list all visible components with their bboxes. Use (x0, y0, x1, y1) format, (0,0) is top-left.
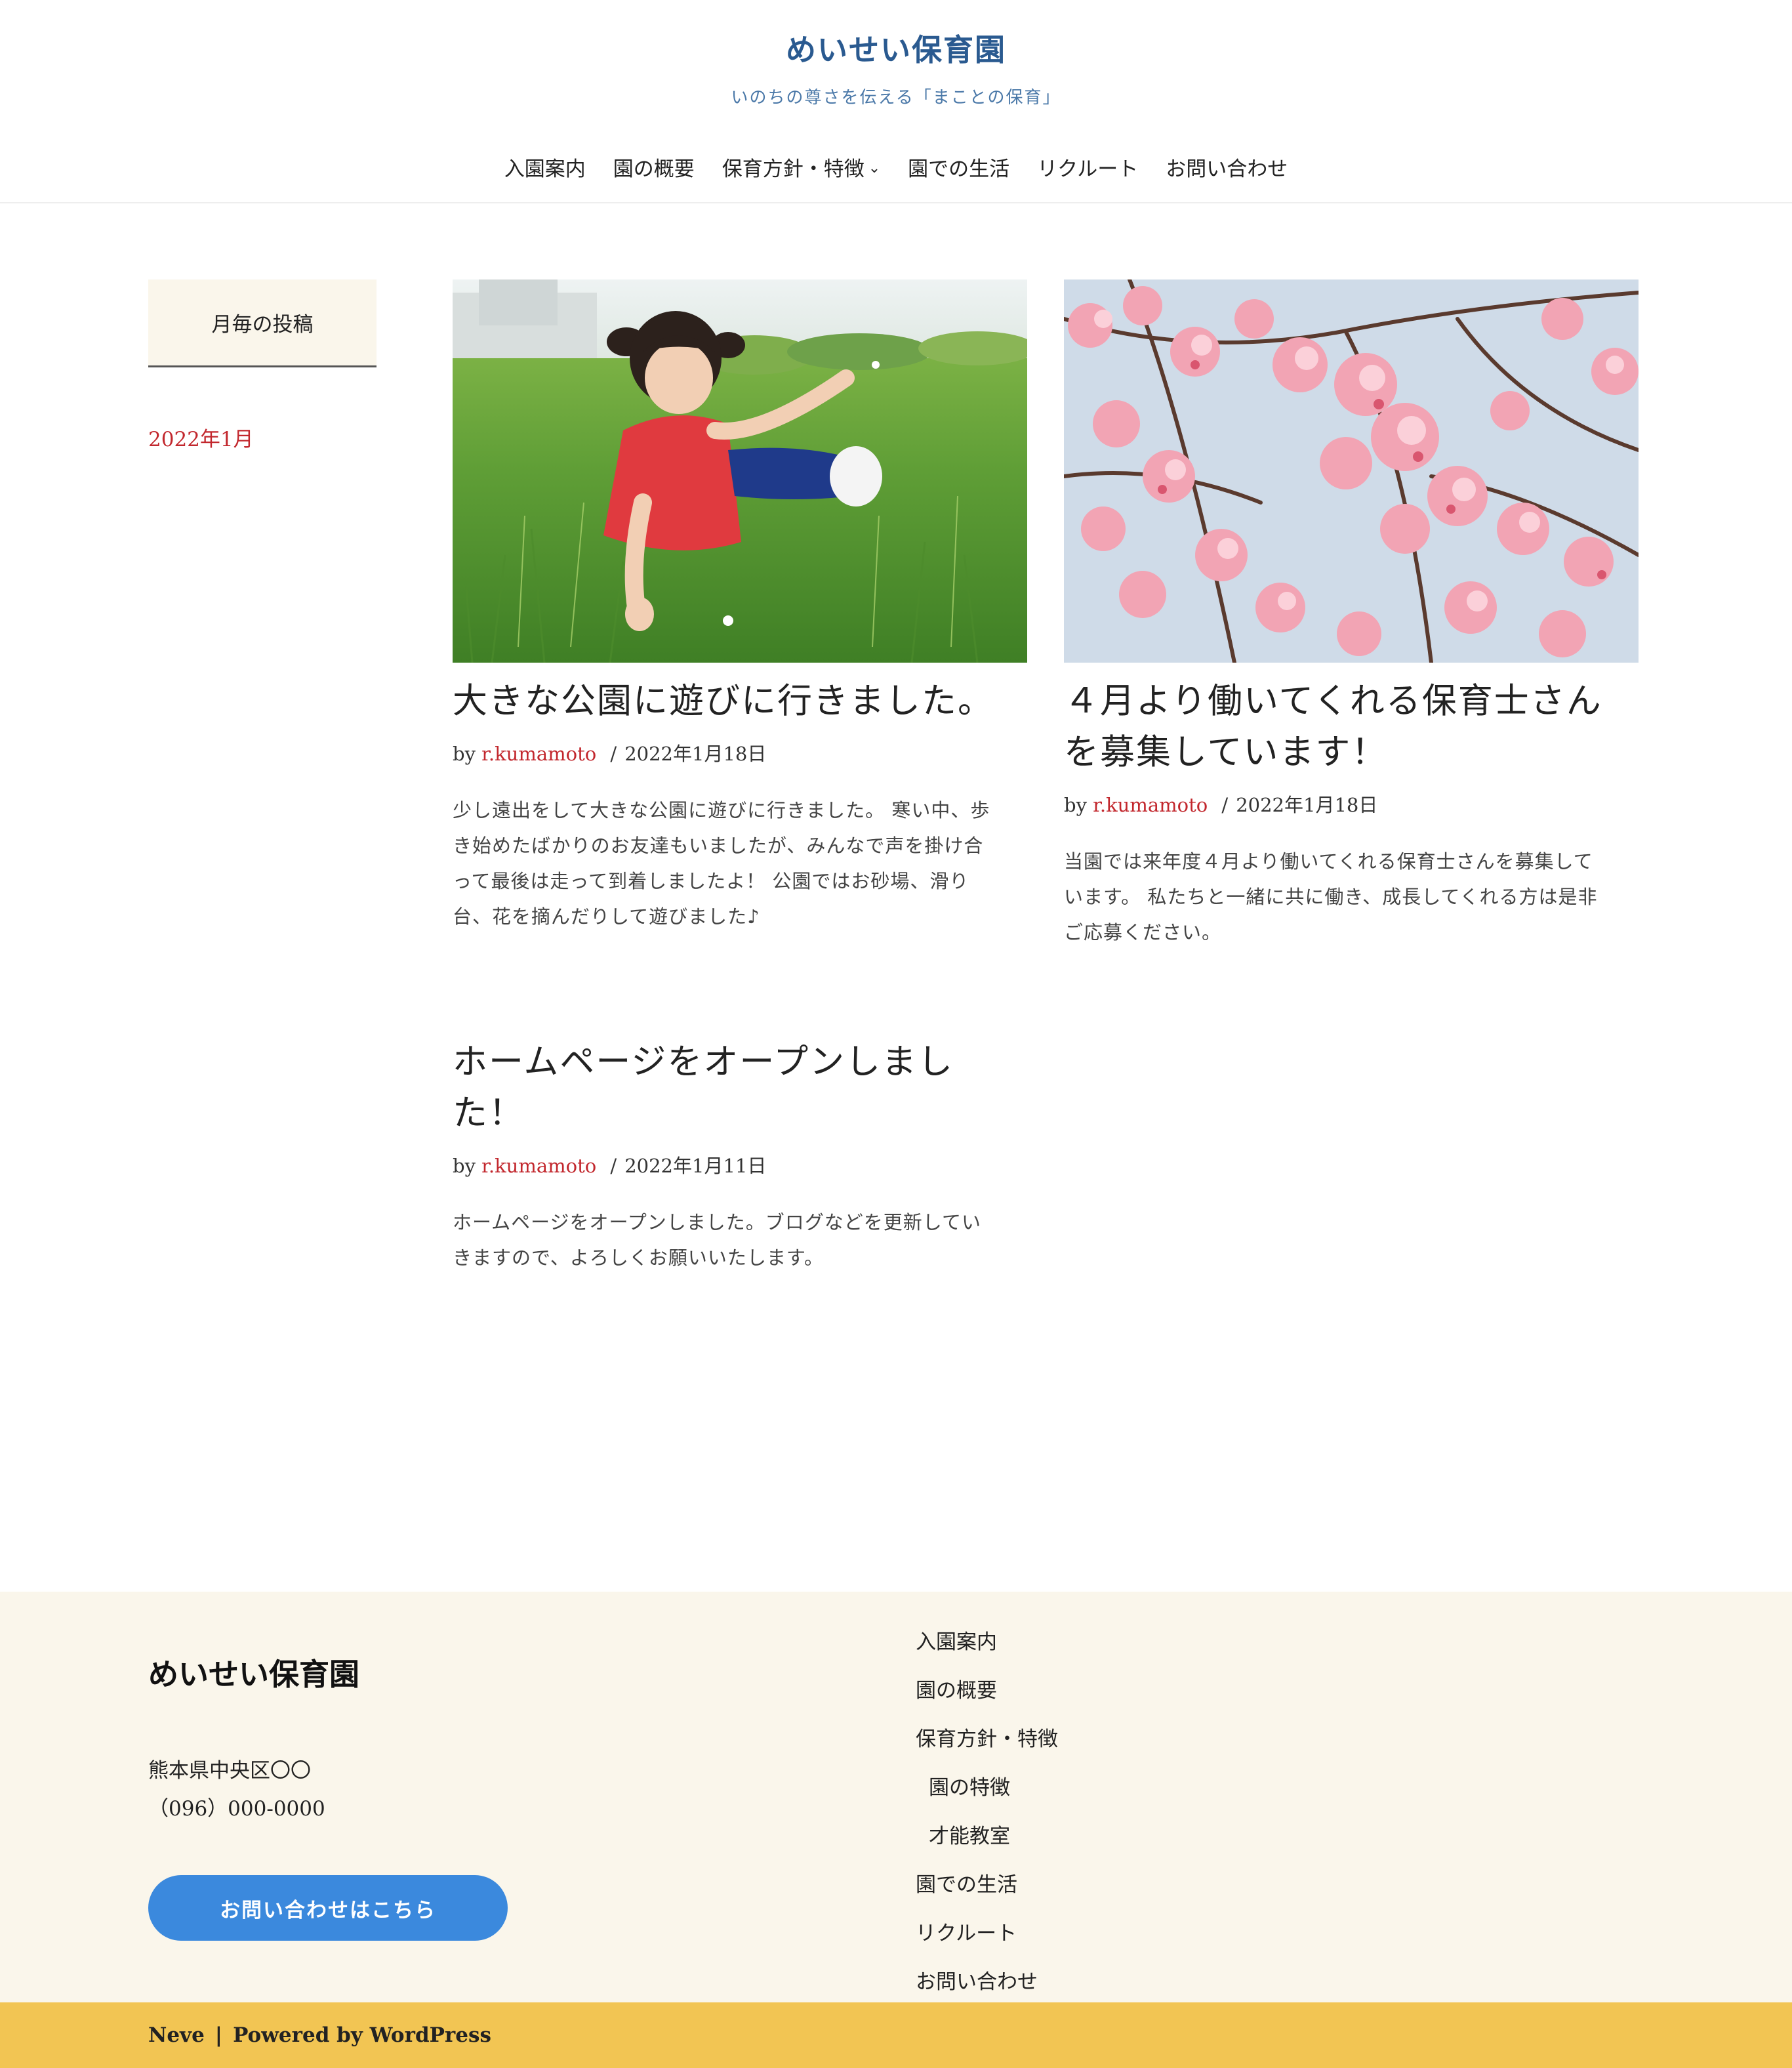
excerpt-line: って最後は走って到着しましたよ！ 公園ではお砂場、滑り (453, 870, 969, 892)
site-footer: めいせい保育園 熊本県中央区〇〇 （096）000-0000 お問い合わせはこち… (0, 1592, 1792, 2002)
post-title-line[interactable]: た！ (453, 1088, 1027, 1139)
post-title-line[interactable]: ホームページをオープンしまし (453, 1037, 1027, 1088)
post-title[interactable]: 大きな公園に遊びに行きました。 (453, 676, 1027, 727)
excerpt-line: 少し遠出をして大きな公園に遊びに行きました。 寒い中、歩 (453, 799, 990, 821)
theme-credit-link[interactable]: Neve (148, 2023, 205, 2047)
nav-label: 入園案内 (504, 157, 586, 181)
footer-bottom-bar: Neve | Powered by WordPress (0, 2002, 1792, 2068)
post-title[interactable]: ホームページをオープンしまし た！ (453, 1037, 1027, 1139)
nav-item-recruit[interactable]: リクルート (1037, 152, 1138, 182)
footer-nav-item-overview[interactable]: 園の概要 (916, 1666, 1058, 1715)
archive-widget-title-box: 月毎の投稿 (148, 279, 377, 367)
footer-nav-item-policy[interactable]: 保育方針・特徴 (916, 1715, 1058, 1764)
author-link[interactable]: r.kumamoto (481, 1155, 596, 1177)
nav-item-contact[interactable]: お問い合わせ (1166, 152, 1288, 182)
nav-label: 保育方針・特徴 (722, 157, 865, 181)
footer-phone: （096）000-0000 (148, 1797, 325, 1821)
author-link[interactable]: r.kumamoto (481, 743, 596, 765)
chevron-down-icon[interactable]: ⌄ (868, 160, 880, 176)
post-meta: by r.kumamoto / 2022年1月18日 (453, 739, 1027, 766)
meta-by: by (1064, 794, 1087, 816)
footer-nav-item-features[interactable]: 園の特徴 (916, 1764, 1058, 1812)
site-header: めいせい保育園 いのちの尊さを伝える「まことの保育」 入園案内 園の概要 保育方… (0, 0, 1792, 203)
footer-contact-info: 熊本県中央区〇〇 （096）000-0000 (148, 1752, 325, 1828)
post-title[interactable]: ４月より働いてくれる保育士さん を募集しています！ (1064, 676, 1639, 778)
post-title-line[interactable]: を募集しています！ (1064, 727, 1639, 778)
author-link[interactable]: r.kumamoto (1093, 794, 1208, 816)
archive-widget-title: 月毎の投稿 (211, 313, 314, 337)
nav-item-policy[interactable]: 保育方針・特徴 ⌄ (722, 152, 880, 182)
post-meta: by r.kumamoto / 2022年1月18日 (1064, 790, 1639, 817)
footer-nav-item-contact[interactable]: お問い合わせ (916, 1958, 1058, 2006)
post-card: 大きな公園に遊びに行きました。 by r.kumamoto / 2022年1月18… (453, 279, 1027, 934)
archive-link-2022-01[interactable]: 2022年1月 (148, 423, 254, 452)
site-title[interactable]: めいせい保育園 (0, 26, 1792, 70)
meta-separator: / (610, 743, 617, 765)
post-title-line[interactable]: ４月より働いてくれる保育士さん (1064, 676, 1639, 727)
footer-nav-item-admission[interactable]: 入園案内 (916, 1618, 1058, 1666)
excerpt-line: います。 私たちと一緒に共に働き、成長してくれる方は是非 (1064, 886, 1598, 908)
meta-by: by (453, 1155, 476, 1177)
nav-item-admission[interactable]: 入園案内 (504, 152, 586, 182)
excerpt-line: 台、花を摘んだりして遊びました♪ (453, 905, 760, 928)
nav-label: リクルート (1037, 157, 1139, 181)
post-date: 2022年1月11日 (624, 1155, 767, 1177)
footer-nav-item-daily-life[interactable]: 園での生活 (916, 1861, 1058, 1909)
footer-nav-item-recruit[interactable]: リクルート (916, 1909, 1058, 1958)
contact-button[interactable]: お問い合わせはこちら (148, 1875, 508, 1941)
excerpt-line: ご応募ください。 (1064, 921, 1222, 943)
footer-credits: Neve | Powered by WordPress (148, 2002, 491, 2068)
excerpt-line: き始めたばかりのお友達もいましたが、みんなで声を掛け合 (453, 835, 984, 857)
post-excerpt: 少し遠出をして大きな公園に遊びに行きました。 寒い中、歩 き始めたばかりのお友達… (453, 793, 1027, 934)
post-card: ホームページをオープンしまし た！ by r.kumamoto / 2022年1月… (453, 1037, 1027, 1275)
post-card: ４月より働いてくれる保育士さん を募集しています！ by r.kumamoto … (1064, 279, 1639, 950)
nav-item-overview[interactable]: 園の概要 (613, 152, 695, 182)
post-excerpt: ホームページをオープンしました。ブログなどを更新してい きますので、よろしくお願… (453, 1205, 1027, 1275)
post-meta: by r.kumamoto / 2022年1月11日 (453, 1151, 1027, 1178)
post-date: 2022年1月18日 (1236, 794, 1378, 816)
nav-label: お問い合わせ (1166, 157, 1288, 181)
post-excerpt: 当園では来年度４月より働いてくれる保育士さんを募集して います。 私たちと一緒に… (1064, 844, 1639, 950)
nav-label: 園での生活 (908, 157, 1010, 181)
post-thumbnail-cherry-blossom[interactable] (1064, 279, 1639, 663)
post-date: 2022年1月18日 (624, 743, 767, 765)
meta-by: by (453, 743, 476, 765)
meta-separator: / (610, 1155, 617, 1177)
footer-address: 熊本県中央区〇〇 (148, 1759, 311, 1783)
nav-item-daily-life[interactable]: 園での生活 (908, 152, 1009, 182)
powered-by-link[interactable]: Powered by WordPress (233, 2023, 491, 2047)
credit-divider: | (214, 2023, 223, 2047)
footer-site-title: めいせい保育園 (148, 1657, 359, 1692)
site-tagline: いのちの尊さを伝える「まことの保育」 (731, 88, 1061, 108)
excerpt-line: ホームページをオープンしました。ブログなどを更新してい (453, 1211, 981, 1233)
excerpt-line: 当園では来年度４月より働いてくれる保育士さんを募集して (1064, 850, 1593, 873)
meta-separator: / (1221, 794, 1229, 816)
footer-nav-item-talent-class[interactable]: 才能教室 (916, 1812, 1058, 1861)
footer-nav: 入園案内 園の概要 保育方針・特徴 園の特徴 才能教室 園での生活 リクルート … (916, 1618, 1058, 2006)
excerpt-line: きますので、よろしくお願いいたします。 (453, 1247, 824, 1269)
post-thumbnail-child-in-grass[interactable] (453, 279, 1027, 663)
primary-nav: 入園案内 園の概要 保育方針・特徴 ⌄ 園での生活 リクルート お問い合わせ (0, 152, 1792, 182)
nav-label: 園の概要 (613, 157, 695, 181)
